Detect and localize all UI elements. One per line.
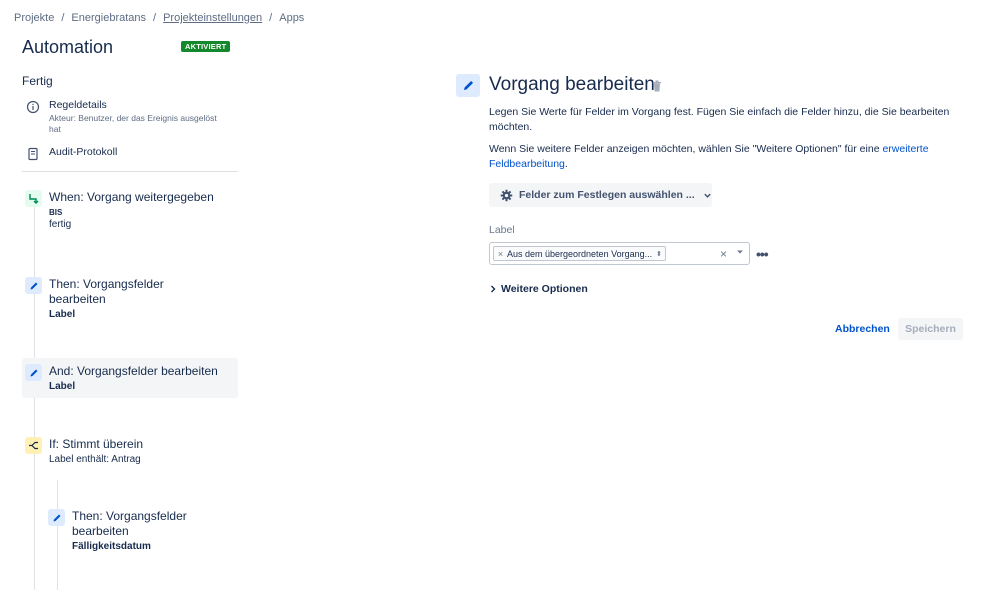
rule-details-title: Regeldetails [49, 99, 107, 111]
audit-log-label: Audit-Protokoll [49, 146, 118, 158]
step-field: Fälligkeitsdatum [72, 541, 151, 552]
chip-value: Aus dem übergeordneten Vorgang... [507, 248, 653, 259]
gear-icon [500, 189, 513, 201]
advanced-text-end: . [564, 158, 568, 170]
trash-icon[interactable] [652, 80, 662, 92]
chevron-down-icon[interactable] [735, 247, 745, 257]
select-fields-button[interactable]: Felder zum Festlegen auswählen ... [489, 183, 712, 207]
condition-branch-icon [25, 437, 42, 454]
panel-description: Legen Sie Werte für Felder im Vorgang fe… [489, 106, 950, 133]
step-field: Label [49, 381, 76, 392]
label-field-label: Label [489, 224, 515, 236]
more-options-label: Weitere Optionen [501, 283, 588, 295]
more-actions-icon[interactable]: ••• [756, 246, 769, 262]
clear-icon[interactable]: × [720, 247, 727, 261]
rule-details-item[interactable]: Regeldetails Akteur: Benutzer, der das E… [26, 99, 229, 135]
chip-remove-icon[interactable]: × [494, 249, 507, 259]
breadcrumb-projects[interactable]: Projekte [14, 12, 54, 24]
audit-log-item[interactable]: Audit-Protokoll [26, 146, 117, 161]
step-title: If: Stimmt überein [49, 437, 144, 451]
pencil-icon [456, 74, 480, 97]
step-field: Label [49, 309, 76, 320]
rule-details-subtitle: Akteur: Benutzer, der das Ereignis ausge… [49, 113, 217, 134]
label-multi-select[interactable]: × Aus dem übergeordneten Vorgang... ⬍ × [489, 242, 750, 265]
more-options-toggle[interactable]: Weitere Optionen [489, 283, 588, 295]
document-icon [28, 147, 38, 161]
step-title: Then: Vorgangsfelder bearbeiten [49, 277, 164, 306]
breadcrumb: Projekte / Energiebratans / Projekteinst… [14, 12, 304, 24]
pencil-icon [25, 277, 42, 294]
step-condition-text: Label enthält: Antrag [49, 454, 141, 465]
chevron-right-icon [491, 285, 496, 293]
advanced-text: Wenn Sie weitere Felder anzeigen möchten… [489, 143, 883, 155]
status-badge[interactable]: AKTIVIERT [181, 41, 231, 52]
rule-step-action[interactable]: Then: Vorgangsfelder bearbeiten Label [22, 271, 238, 326]
panel-description-advanced: Wenn Sie weitere Felder anzeigen möchten… [489, 142, 959, 172]
pencil-icon [48, 509, 65, 526]
trigger-branch-icon [25, 190, 42, 207]
save-button[interactable]: Speichern [898, 318, 963, 340]
step-status-label: BIS [49, 208, 63, 217]
pencil-icon [25, 364, 42, 381]
chevron-down-icon [703, 193, 711, 198]
rule-step-condition[interactable]: If: Stimmt überein Label enthält: Antrag [22, 431, 238, 471]
info-icon [26, 100, 40, 114]
rule-status-label: Fertig [22, 74, 53, 88]
label-chip: × Aus dem übergeordneten Vorgang... ⬍ [493, 246, 666, 261]
select-fields-label: Felder zum Festlegen auswählen ... [519, 189, 695, 201]
rule-step-nested-action[interactable]: Then: Vorgangsfelder bearbeiten Fälligke… [45, 503, 225, 558]
panel-title: Vorgang bearbeiten [489, 74, 655, 95]
rule-step-trigger[interactable]: When: Vorgang weitergegeben BIS fertig [22, 184, 238, 236]
sidebar-divider [22, 171, 238, 172]
step-title: And: Vorgangsfelder bearbeiten [49, 364, 218, 378]
breadcrumb-project[interactable]: Energiebratans [71, 12, 146, 24]
breadcrumb-separator: / [269, 12, 273, 24]
breadcrumb-separator: / [61, 12, 65, 24]
breadcrumb-apps[interactable]: Apps [279, 12, 304, 24]
page-title: Automation [22, 37, 114, 57]
breadcrumb-project-settings[interactable]: Projekteinstellungen [163, 12, 262, 24]
step-title: Then: Vorgangsfelder bearbeiten [72, 509, 187, 538]
step-status-value: fertig [49, 219, 72, 230]
chip-select-icon[interactable]: ⬍ [656, 250, 662, 258]
rule-step-action-selected[interactable]: And: Vorgangsfelder bearbeiten Label [22, 358, 238, 398]
cancel-button[interactable]: Abbrechen [826, 318, 899, 340]
step-title: When: Vorgang weitergegeben [49, 190, 214, 204]
breadcrumb-separator: / [153, 12, 157, 24]
